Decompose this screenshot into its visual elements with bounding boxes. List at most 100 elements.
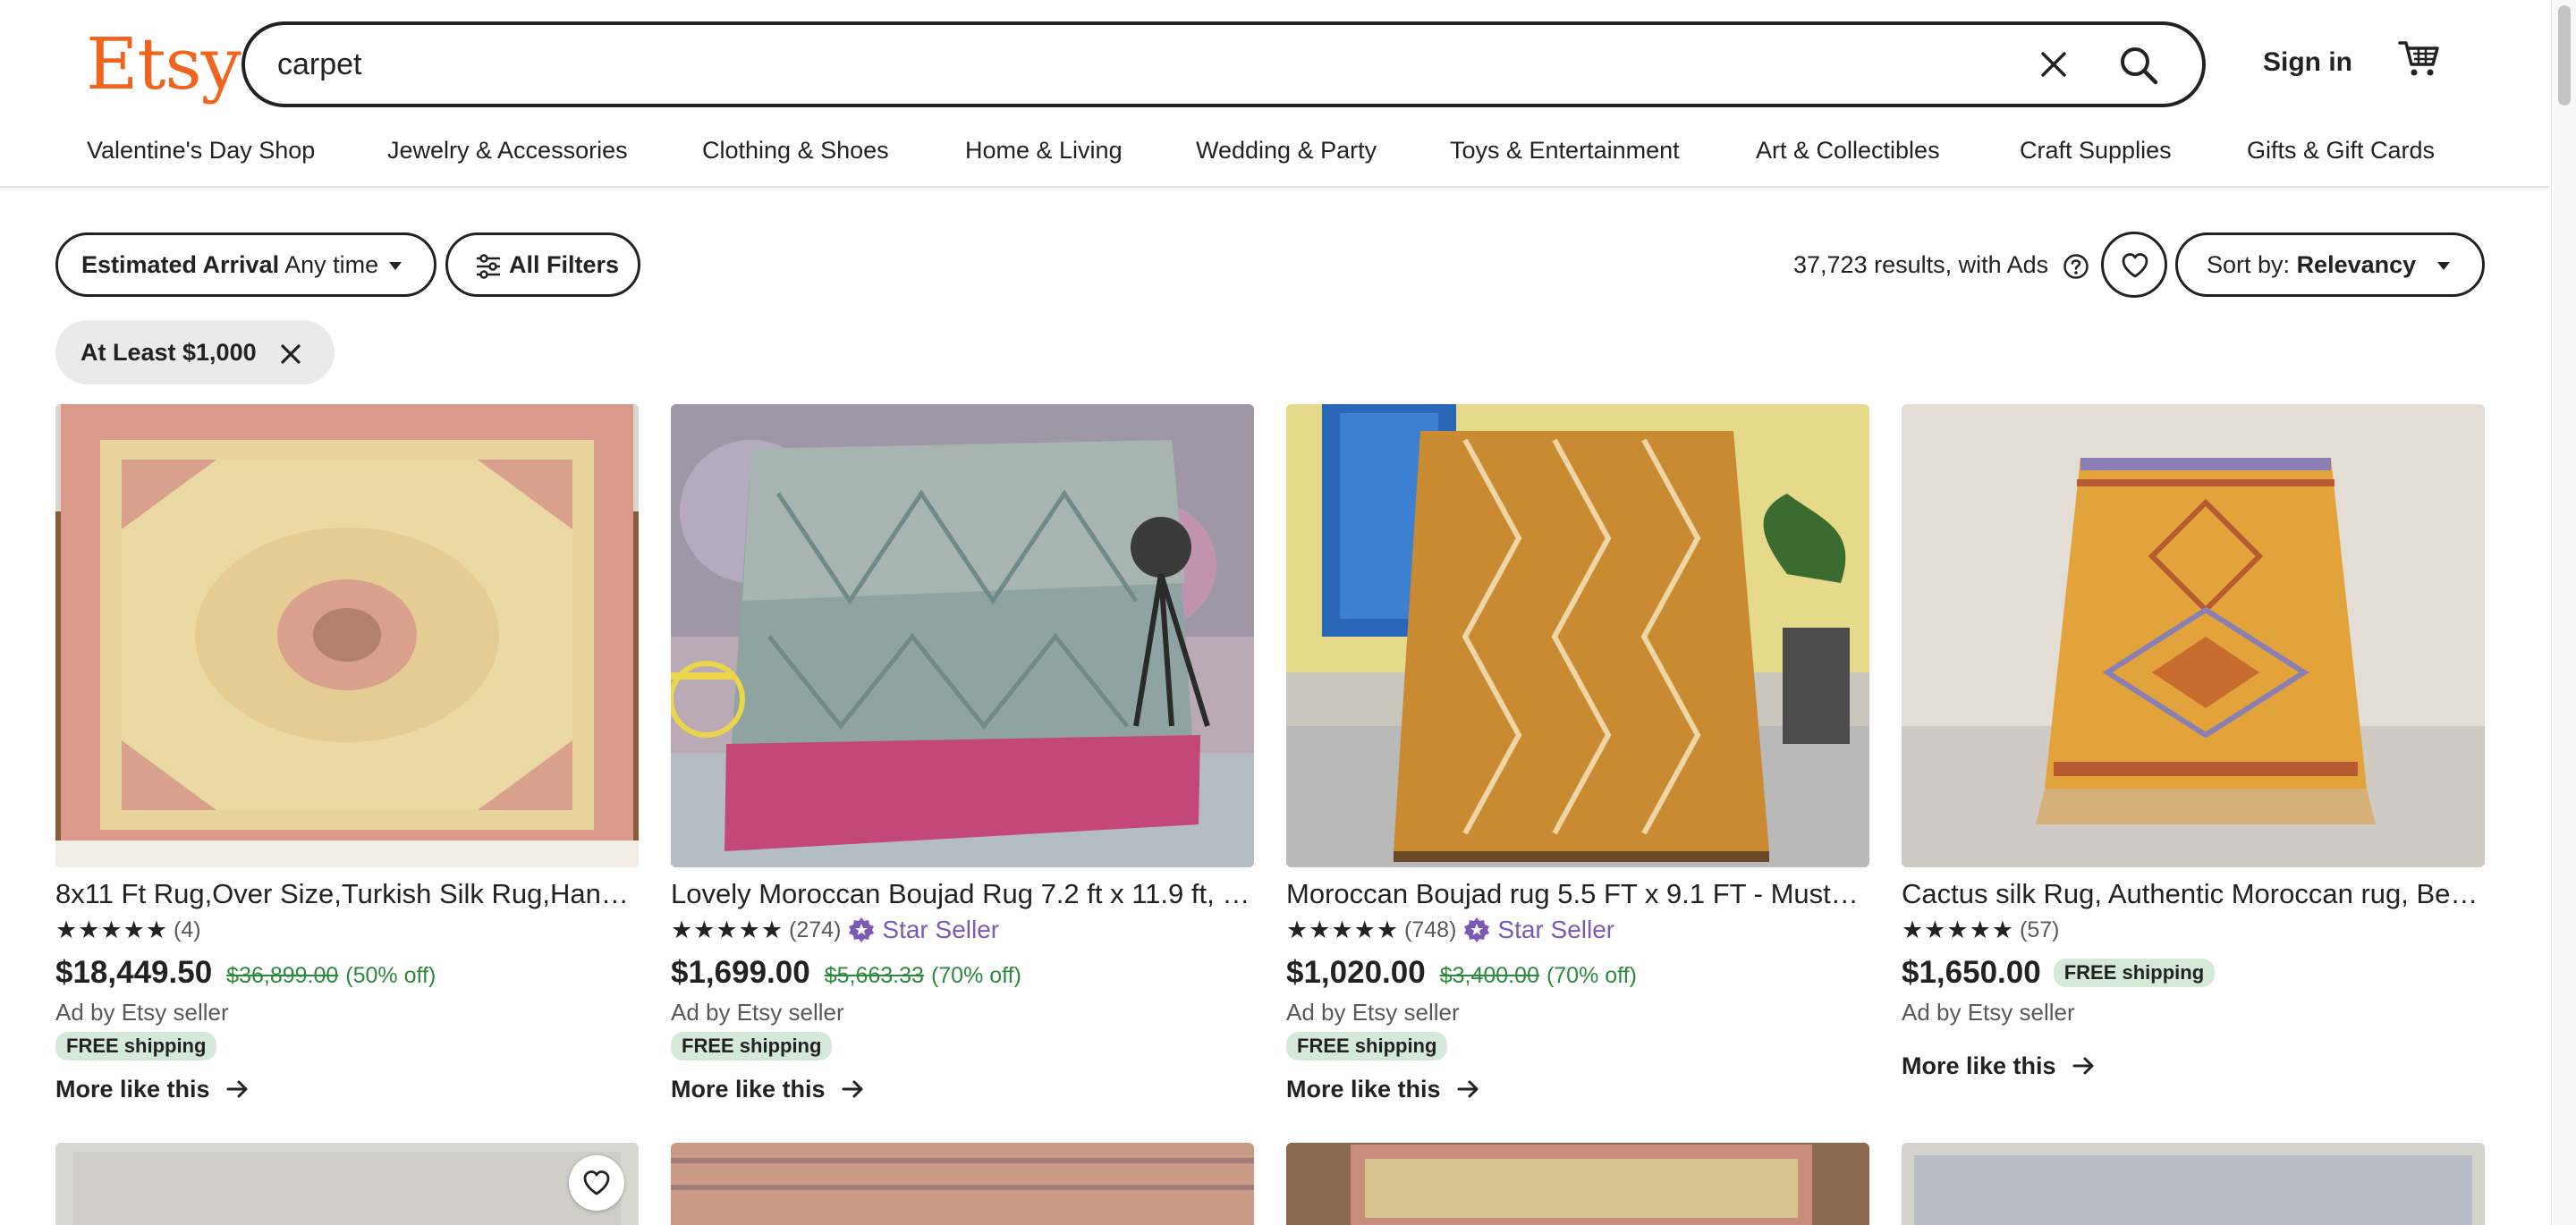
nav-home-living[interactable]: Home & Living (965, 132, 1123, 168)
results-count: 37,723 results, with Ads (1793, 247, 2089, 283)
clear-search-icon[interactable] (2038, 48, 2070, 80)
nav-gifts-gift-cards[interactable]: Gifts & Gift Cards (2247, 132, 2435, 168)
sale-price: $1,699.00 (671, 955, 810, 990)
listing-image[interactable] (55, 1143, 639, 1225)
arrival-value: Any time (284, 251, 379, 278)
caret-down-icon (2437, 262, 2451, 271)
ad-by-seller: Ad by Etsy seller (55, 999, 229, 1026)
star-seller-badge: Star Seller (1463, 916, 1614, 944)
sort-value: Relevancy (2296, 251, 2417, 278)
all-filters-label: All Filters (509, 251, 620, 278)
price-row: $18,449.50 $36,899.00 (50% off) (55, 955, 639, 991)
nav-jewelry-accessories[interactable]: Jewelry & Accessories (387, 132, 628, 168)
price-row: $1,699.00 $5,663.33 (70% off) (671, 955, 1254, 991)
arrow-right-icon (226, 1080, 248, 1098)
arrow-right-icon (1457, 1080, 1479, 1098)
more-like-this-label: More like this (1286, 1076, 1441, 1102)
listing-image[interactable] (1902, 404, 2485, 867)
heart-icon (583, 1170, 610, 1195)
review-count: (4) (174, 917, 201, 942)
with-ads-text: with Ads (1958, 251, 2049, 278)
free-shipping-badge: FREE shipping (1286, 1032, 1448, 1060)
more-like-this-label: More like this (671, 1076, 826, 1102)
sale-price: $1,650.00 (1902, 955, 2041, 990)
sign-in-link[interactable]: Sign in (2263, 45, 2352, 80)
all-filters-button[interactable]: All Filters (445, 232, 640, 297)
star-seller-icon (849, 917, 875, 942)
results-count-text: 37,723 results, (1793, 251, 1953, 278)
listing-image[interactable] (671, 1143, 1254, 1225)
sale-price: $18,449.50 (55, 955, 213, 990)
search-icon[interactable] (2116, 43, 2161, 88)
star-rating: ★★★★★ (671, 916, 784, 943)
listing-card[interactable]: Lovely Moroccan Boujad Rug 7.2 ft x 11.9… (671, 404, 1254, 1107)
star-seller-badge: Star Seller (848, 916, 999, 944)
listing-image[interactable] (1286, 1143, 1869, 1225)
ad-by-seller: Ad by Etsy seller (1286, 999, 1460, 1026)
listing-title[interactable]: 8x11 Ft Rug,Over Size,Turkish Silk Rug,H… (55, 874, 639, 914)
nav-toys-entertainment[interactable]: Toys & Entertainment (1450, 132, 1680, 168)
filter-sliders-icon (477, 254, 500, 279)
star-seller-label: Star Seller (1497, 916, 1615, 943)
more-like-this-label: More like this (1902, 1052, 2056, 1079)
nav-valentines-day-shop[interactable]: Valentine's Day Shop (87, 132, 315, 168)
estimated-arrival-dropdown[interactable]: Estimated Arrival Any time (55, 232, 436, 297)
listing-title[interactable]: Cactus silk Rug, Authentic Moroccan rug,… (1902, 874, 2485, 914)
nav-wedding-party[interactable]: Wedding & Party (1196, 132, 1377, 168)
help-circle-icon[interactable] (2063, 253, 2089, 280)
more-like-this-link[interactable]: More like this (671, 1071, 1254, 1107)
etsy-logo[interactable]: Etsy (86, 20, 242, 109)
sale-price: $1,020.00 (1286, 955, 1426, 990)
search-input[interactable]: carpet (277, 25, 362, 104)
star-seller-label: Star Seller (882, 916, 1000, 943)
page-scrollbar[interactable] (2551, 0, 2576, 1225)
original-price: $36,899.00 (226, 963, 339, 988)
free-shipping-badge: FREE shipping (2053, 959, 2216, 987)
more-like-this-link[interactable]: More like this (1286, 1071, 1869, 1107)
listing-card[interactable]: Cactus silk Rug, Authentic Moroccan rug,… (1902, 404, 2485, 1084)
more-like-this-link[interactable]: More like this (55, 1071, 639, 1107)
free-shipping-badge: FREE shipping (671, 1032, 833, 1060)
listing-card[interactable]: Moroccan Boujad rug 5.5 FT x 9.1 FT - Mu… (1286, 404, 1869, 1107)
listing-title[interactable]: Lovely Moroccan Boujad Rug 7.2 ft x 11.9… (671, 874, 1254, 914)
cart-icon[interactable] (2397, 36, 2442, 80)
discount-percent: (70% off) (1546, 963, 1637, 988)
heart-icon (2122, 253, 2148, 278)
listing-image[interactable] (1902, 1143, 2485, 1225)
more-like-this-link[interactable]: More like this (1902, 1048, 2485, 1084)
nav-craft-supplies[interactable]: Craft Supplies (2020, 132, 2172, 168)
review-count: (748) (1404, 917, 1457, 942)
listing-image[interactable] (1286, 404, 1869, 867)
favorite-button[interactable] (569, 1155, 624, 1211)
ad-by-seller: Ad by Etsy seller (1902, 999, 2075, 1026)
listing-image[interactable] (671, 404, 1254, 867)
arrow-right-icon (2072, 1057, 2094, 1075)
save-search-button[interactable] (2101, 232, 2167, 298)
listing-rating: ★★★★★ (274) Star Seller (671, 914, 1254, 946)
search-bar[interactable]: carpet (242, 21, 2206, 107)
nav-clothing-shoes[interactable]: Clothing & Shoes (702, 132, 889, 168)
arrival-label: Estimated Arrival (81, 251, 280, 278)
star-rating: ★★★★★ (1902, 916, 2015, 943)
review-count: (57) (2020, 917, 2060, 942)
original-price: $3,400.00 (1439, 963, 1539, 988)
ad-by-seller: Ad by Etsy seller (671, 999, 844, 1026)
caret-down-icon (389, 262, 402, 271)
nav-art-collectibles[interactable]: Art & Collectibles (1756, 132, 1940, 168)
active-filter-chip[interactable]: At Least $1,000 (55, 320, 335, 384)
listing-image[interactable] (55, 404, 639, 867)
active-filter-label: At Least $1,000 (80, 339, 257, 366)
review-count: (274) (789, 917, 842, 942)
original-price: $5,663.33 (824, 963, 924, 988)
listing-card[interactable]: 8x11 Ft Rug,Over Size,Turkish Silk Rug,H… (55, 404, 639, 1107)
close-icon[interactable] (279, 342, 302, 366)
scrollbar-thumb[interactable] (2558, 5, 2571, 106)
listing-rating: ★★★★★ (748) Star Seller (1286, 914, 1869, 946)
listing-rating: ★★★★★ (57) (1902, 914, 2485, 946)
arrow-right-icon (842, 1080, 863, 1098)
star-seller-icon (1464, 917, 1490, 942)
star-rating: ★★★★★ (1286, 916, 1400, 943)
listing-rating: ★★★★★ (4) (55, 914, 639, 946)
sort-dropdown[interactable]: Sort by: Relevancy (2175, 232, 2485, 297)
listing-title[interactable]: Moroccan Boujad rug 5.5 FT x 9.1 FT - Mu… (1286, 874, 1869, 914)
